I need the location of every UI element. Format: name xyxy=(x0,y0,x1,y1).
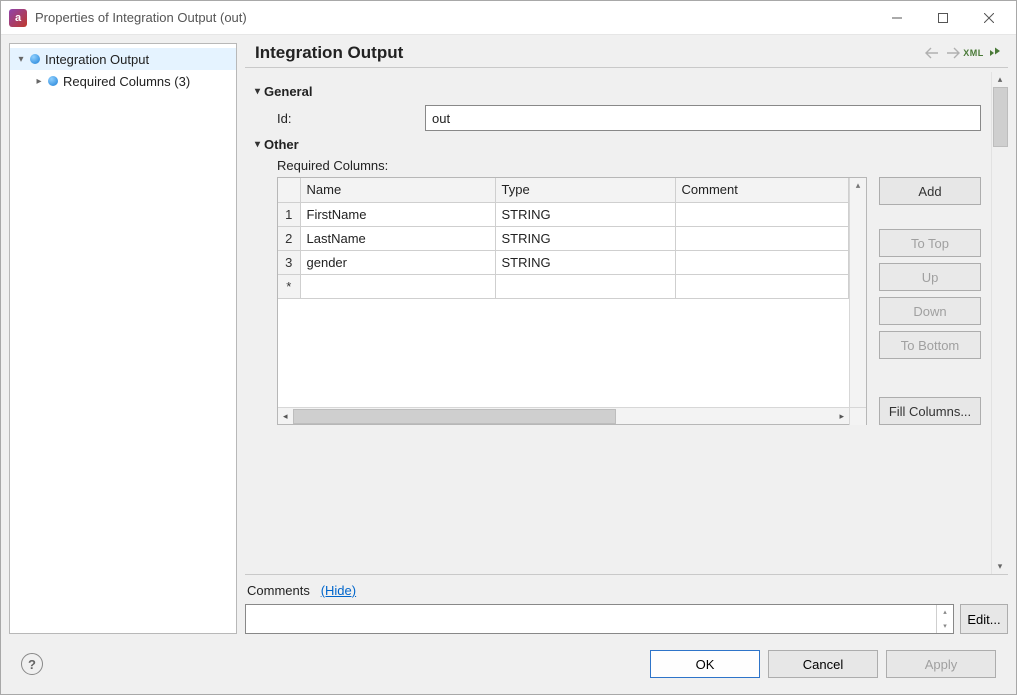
comments-section: Comments (Hide) ▴ ▾ Edit... xyxy=(245,581,1008,634)
table-new-row[interactable]: * xyxy=(278,274,849,298)
row-index: 3 xyxy=(278,250,300,274)
comments-input[interactable]: ▴ ▾ xyxy=(245,604,954,634)
ok-button[interactable]: OK xyxy=(650,650,760,678)
col-comment[interactable]: Comment xyxy=(675,178,849,202)
cell-name[interactable]: LastName xyxy=(300,226,495,250)
comments-label: Comments xyxy=(247,583,310,598)
cell-name[interactable]: gender xyxy=(300,250,495,274)
fill-columns-button[interactable]: Fill Columns... xyxy=(879,397,981,425)
section-collapse-icon: ▾ xyxy=(255,139,260,150)
table-row[interactable]: 2 LastName STRING xyxy=(278,226,849,250)
section-title: Other xyxy=(264,137,299,152)
cell-type[interactable]: STRING xyxy=(495,250,675,274)
refresh-icon[interactable] xyxy=(985,44,1004,63)
up-button[interactable]: Up xyxy=(879,263,981,291)
tree-node-label: Integration Output xyxy=(45,52,155,67)
cell-type[interactable] xyxy=(495,274,675,298)
required-columns-label: Required Columns: xyxy=(277,158,981,173)
properties-pane: Integration Output XML xyxy=(245,43,1008,634)
comments-spinner[interactable]: ▴ ▾ xyxy=(936,605,953,633)
page-title: Integration Output xyxy=(255,43,922,63)
panel-vscrollbar[interactable]: ▴ ▾ xyxy=(991,72,1008,574)
id-label: Id: xyxy=(277,111,425,126)
window-minimize-button[interactable] xyxy=(874,3,920,33)
client-area: ▾ Integration Output ▸ Required Columns … xyxy=(1,35,1016,694)
xml-source-button[interactable]: XML xyxy=(964,44,983,63)
to-bottom-button[interactable]: To Bottom xyxy=(879,331,981,359)
id-input[interactable] xyxy=(425,105,981,131)
help-icon[interactable]: ? xyxy=(21,653,43,675)
table-row[interactable]: 1 FirstName STRING xyxy=(278,202,849,226)
window-close-button[interactable] xyxy=(966,3,1012,33)
window-maximize-button[interactable] xyxy=(920,3,966,33)
edit-comments-button[interactable]: Edit... xyxy=(960,604,1008,634)
cancel-button[interactable]: Cancel xyxy=(768,650,878,678)
hide-comments-link[interactable]: (Hide) xyxy=(321,583,356,598)
down-button[interactable]: Down xyxy=(879,297,981,325)
spinner-up-icon[interactable]: ▴ xyxy=(937,605,953,619)
node-icon xyxy=(30,54,40,64)
tree-toggle-icon[interactable]: ▸ xyxy=(32,76,46,87)
properties-scroll-area[interactable]: ▾ General Id: ▾ Other Required Columns: xyxy=(245,72,991,574)
cell-comment[interactable] xyxy=(675,274,849,298)
scroll-up-icon[interactable]: ▴ xyxy=(856,178,861,193)
scroll-thumb[interactable] xyxy=(293,409,616,424)
scroll-down-icon[interactable]: ▾ xyxy=(998,561,1003,572)
section-title: General xyxy=(264,84,312,99)
section-general[interactable]: ▾ General xyxy=(255,84,981,99)
cell-comment[interactable] xyxy=(675,250,849,274)
apply-button[interactable]: Apply xyxy=(886,650,996,678)
cell-type[interactable]: STRING xyxy=(495,226,675,250)
table-vscrollbar[interactable]: ▴ xyxy=(849,178,866,407)
nav-back-icon[interactable] xyxy=(922,44,941,63)
row-index: 1 xyxy=(278,202,300,226)
window-title: Properties of Integration Output (out) xyxy=(35,10,874,25)
node-icon xyxy=(48,76,58,86)
cell-name[interactable]: FirstName xyxy=(300,202,495,226)
to-top-button[interactable]: To Top xyxy=(879,229,981,257)
section-collapse-icon: ▾ xyxy=(255,86,260,97)
scroll-thumb[interactable] xyxy=(993,87,1008,147)
table-hscrollbar[interactable]: ◂ ▸ xyxy=(278,407,866,424)
tree-node-label: Required Columns (3) xyxy=(63,74,196,89)
tree-toggle-icon[interactable]: ▾ xyxy=(14,54,28,65)
col-name[interactable]: Name xyxy=(300,178,495,202)
nav-forward-icon[interactable] xyxy=(943,44,962,63)
scroll-left-icon[interactable]: ◂ xyxy=(278,411,293,422)
section-other[interactable]: ▾ Other xyxy=(255,137,981,152)
table-header-row: Name Type Comment xyxy=(278,178,849,202)
title-bar: a Properties of Integration Output (out) xyxy=(1,1,1016,35)
row-header-corner xyxy=(278,178,300,202)
required-columns-table[interactable]: Name Type Comment 1 xyxy=(277,177,867,425)
col-type[interactable]: Type xyxy=(495,178,675,202)
row-index: 2 xyxy=(278,226,300,250)
spinner-down-icon[interactable]: ▾ xyxy=(937,619,953,633)
table-row[interactable]: 3 gender STRING xyxy=(278,250,849,274)
cell-comment[interactable] xyxy=(675,202,849,226)
add-button[interactable]: Add xyxy=(879,177,981,205)
scroll-up-icon[interactable]: ▴ xyxy=(998,74,1003,85)
app-icon: a xyxy=(9,9,27,27)
tree-node-integration-output[interactable]: ▾ Integration Output xyxy=(10,48,236,70)
table-button-column: Add To Top Up Down To Bottom Fill Column… xyxy=(879,177,981,425)
new-row-marker: * xyxy=(278,274,300,298)
cell-name[interactable] xyxy=(300,274,495,298)
tree-node-required-columns[interactable]: ▸ Required Columns (3) xyxy=(10,70,236,92)
cell-comment[interactable] xyxy=(675,226,849,250)
scroll-right-icon[interactable]: ▸ xyxy=(834,411,849,422)
cell-type[interactable]: STRING xyxy=(495,202,675,226)
tree-pane[interactable]: ▾ Integration Output ▸ Required Columns … xyxy=(9,43,237,634)
dialog-button-bar: ? OK Cancel Apply xyxy=(9,642,1008,686)
